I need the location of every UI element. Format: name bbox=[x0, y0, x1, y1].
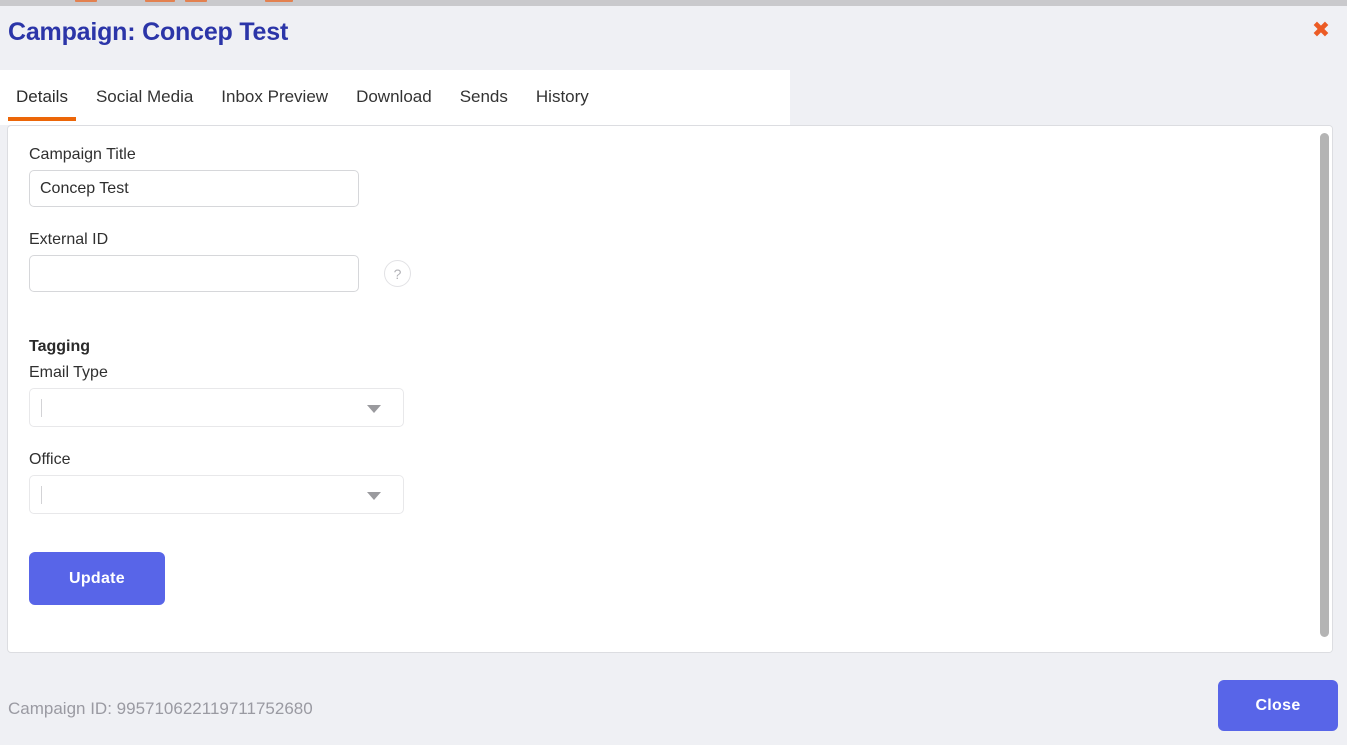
campaign-id-text: Campaign ID: 995710622119711752680 bbox=[8, 699, 313, 718]
details-form: Campaign Title External ID ? Tagging Ema… bbox=[8, 126, 431, 605]
tab-history[interactable]: History bbox=[522, 70, 603, 125]
tab-label: Inbox Preview bbox=[221, 87, 329, 106]
close-x-icon[interactable]: ✖ bbox=[1307, 17, 1335, 45]
tab-download[interactable]: Download bbox=[342, 70, 446, 125]
tab-details[interactable]: Details bbox=[2, 70, 82, 125]
tab-label: Sends bbox=[459, 87, 508, 106]
email-type-select[interactable] bbox=[29, 388, 404, 427]
campaign-title-input[interactable] bbox=[29, 170, 359, 207]
campaign-modal: Campaign: Concep Test ✖ Details Social M… bbox=[0, 0, 1347, 745]
tab-social-media[interactable]: Social Media bbox=[82, 70, 207, 125]
active-tab-underline bbox=[8, 117, 76, 121]
tab-inbox-preview[interactable]: Inbox Preview bbox=[207, 70, 342, 125]
panel-scrollbar-track[interactable] bbox=[1318, 126, 1332, 652]
details-panel: Campaign Title External ID ? Tagging Ema… bbox=[7, 125, 1333, 653]
tab-label: Download bbox=[356, 87, 432, 106]
tab-label: Social Media bbox=[95, 87, 194, 106]
update-button[interactable]: Update bbox=[29, 552, 165, 605]
campaign-title-label: Campaign Title bbox=[29, 146, 136, 163]
external-id-row: ? bbox=[29, 255, 411, 292]
tagging-heading: Tagging bbox=[29, 338, 91, 355]
external-id-input[interactable] bbox=[29, 255, 359, 292]
panel-scrollbar-thumb[interactable] bbox=[1320, 133, 1329, 637]
email-type-label: Email Type bbox=[29, 364, 108, 381]
chevron-down-icon[interactable] bbox=[367, 492, 381, 500]
tab-label: Details bbox=[16, 87, 68, 106]
page-title: Campaign: Concep Test bbox=[8, 18, 289, 46]
close-button[interactable]: Close bbox=[1218, 680, 1338, 731]
tab-sends[interactable]: Sends bbox=[446, 70, 522, 125]
external-id-label: External ID bbox=[29, 231, 109, 248]
text-cursor bbox=[41, 486, 42, 504]
tab-label: History bbox=[535, 87, 589, 106]
chevron-down-icon[interactable] bbox=[367, 405, 381, 413]
question-mark-icon[interactable]: ? bbox=[384, 260, 411, 287]
office-select[interactable] bbox=[29, 475, 404, 514]
modal-header: Campaign: Concep Test ✖ bbox=[0, 6, 1347, 70]
text-cursor bbox=[41, 399, 42, 417]
modal-footer: Campaign ID: 995710622119711752680 Close bbox=[0, 653, 1347, 745]
tab-bar: Details Social Media Inbox Preview Downl… bbox=[0, 70, 790, 125]
office-label: Office bbox=[29, 451, 71, 468]
